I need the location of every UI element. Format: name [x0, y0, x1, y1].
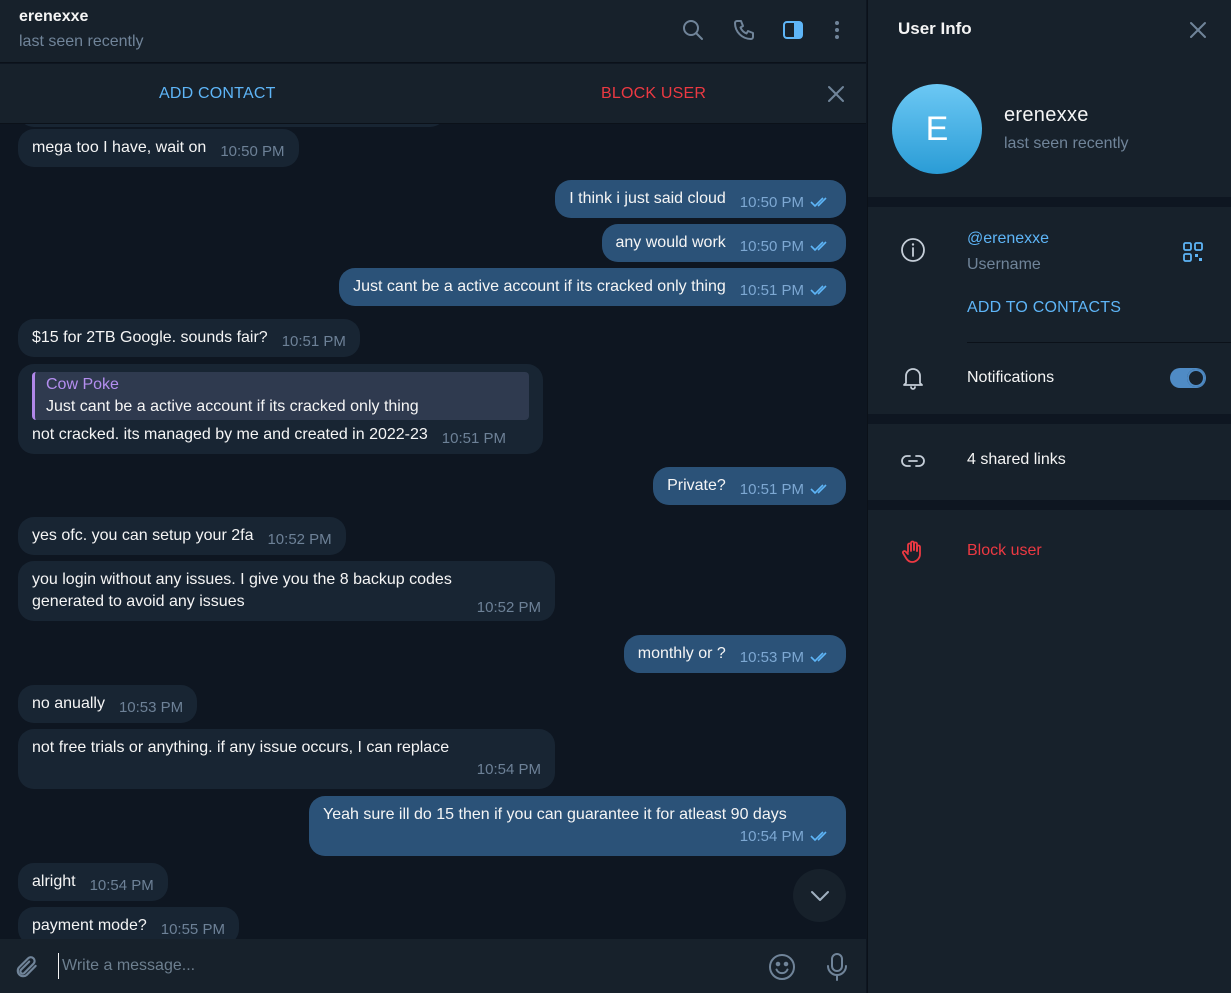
message-text: any would work — [615, 234, 726, 251]
row-divider — [967, 342, 1231, 343]
read-ticks-icon — [810, 831, 827, 842]
more-vertical-icon[interactable] — [824, 17, 850, 43]
message-text: not free trials or anything. if any issu… — [32, 739, 450, 756]
message-bubble-in[interactable]: yes ofc. you can setup your 2fa 10:52 PM — [18, 517, 346, 555]
search-icon[interactable] — [680, 17, 706, 43]
reply-quote[interactable]: Cow Poke Just cant be a active account i… — [32, 372, 529, 420]
phone-icon[interactable] — [731, 17, 757, 43]
message-bubble-in-reply[interactable]: Cow Poke Just cant be a active account i… — [18, 364, 543, 454]
close-icon[interactable] — [1186, 18, 1210, 42]
message-bubble-out[interactable]: I think i just said cloud 10:50 PM — [555, 180, 846, 218]
message-bubble-out[interactable]: Private? 10:51 PM — [653, 467, 846, 505]
message-text: not cracked. its managed by me and creat… — [32, 426, 428, 443]
notifications-label: Notifications — [967, 369, 1055, 386]
username-link[interactable]: @erenexxe — [967, 230, 1049, 248]
message-text-line: you login without any issues. I give you… — [32, 571, 452, 588]
message-time: 10:50 PM — [739, 238, 804, 255]
message-time: 10:51 PM — [739, 481, 804, 498]
section-divider — [868, 500, 1231, 510]
add-contact-button[interactable]: ADD CONTACT — [159, 85, 276, 103]
notifications-toggle[interactable] — [1170, 368, 1206, 388]
message-time: 10:50 PM — [739, 194, 804, 211]
message-time: 10:53 PM — [739, 649, 804, 666]
avatar[interactable]: E — [892, 84, 982, 174]
message-time: 10:50 PM — [220, 143, 285, 160]
message-text: mega too I have, wait on — [32, 139, 207, 156]
paperclip-icon[interactable] — [14, 954, 40, 980]
message-bubble-out[interactable]: Just cant be a active account if its cra… — [339, 268, 846, 306]
hand-stop-icon — [902, 540, 921, 563]
profile-name: erenexxe — [1004, 104, 1089, 126]
message-time: 10:51 PM — [281, 333, 346, 350]
read-ticks-icon — [810, 241, 827, 252]
message-bubble-in[interactable]: not free trials or anything. if any issu… — [18, 729, 555, 789]
read-ticks-icon — [810, 197, 827, 208]
reply-author: Cow Poke — [46, 376, 119, 393]
read-ticks-icon — [810, 484, 827, 495]
chevron-down-icon — [810, 890, 829, 901]
message-time: 10:54 PM — [739, 828, 804, 845]
emoji-icon[interactable] — [767, 952, 797, 982]
contact-action-bar: ADD CONTACT BLOCK USER — [0, 64, 866, 124]
message-text: monthly or ? — [637, 645, 726, 662]
message-text: Yeah sure ill do 15 then if you can guar… — [323, 806, 787, 823]
message-bubble-in[interactable]: you login without any issues. I give you… — [18, 561, 555, 621]
info-icon — [901, 238, 925, 262]
read-ticks-icon — [810, 652, 827, 663]
user-info-panel: User Info E erenexxe last seen recently … — [867, 0, 1231, 993]
message-bubble-in[interactable]: mega too I have, wait on 10:50 PM — [18, 129, 299, 167]
scroll-to-bottom-button[interactable] — [793, 869, 846, 922]
message-bubble-in[interactable]: $15 for 2TB Google. sounds fair? 10:51 PM — [18, 319, 360, 357]
message-time: 10:54 PM — [476, 761, 541, 778]
close-icon[interactable] — [824, 82, 848, 106]
message-text: I think i just said cloud — [569, 190, 726, 207]
section-divider — [868, 197, 1231, 207]
message-time: 10:53 PM — [118, 699, 184, 716]
block-user-item[interactable]: Block user — [967, 542, 1042, 560]
message-text: Just cant be a active account if its cra… — [353, 278, 726, 295]
message-time: 10:52 PM — [267, 531, 332, 548]
message-input[interactable] — [58, 953, 738, 979]
message-time: 10:51 PM — [441, 430, 507, 447]
message-bubble-out[interactable]: any would work 10:50 PM — [601, 224, 846, 262]
add-to-contacts-button[interactable]: ADD TO CONTACTS — [967, 299, 1121, 317]
message-list[interactable]: mega too I have, wait on 10:50 PM I think… — [0, 124, 866, 939]
message-bubble-in[interactable]: alright 10:54 PM — [18, 863, 168, 901]
username-label: Username — [967, 256, 1041, 273]
message-time: 10:52 PM — [476, 599, 541, 616]
message-time: 10:54 PM — [89, 877, 154, 894]
chat-status: last seen recently — [19, 33, 144, 50]
block-user-button[interactable]: BLOCK USER — [601, 85, 706, 103]
message-text: yes ofc. you can setup your 2fa — [32, 527, 254, 544]
section-divider — [868, 414, 1231, 424]
message-bubble-out[interactable]: Yeah sure ill do 15 then if you can guar… — [309, 796, 846, 856]
message-bubble-in[interactable]: no anually 10:53 PM — [18, 685, 198, 723]
message-text: Private? — [667, 477, 726, 494]
message-text-line: generated to avoid any issues — [32, 593, 245, 610]
bell-icon — [903, 368, 923, 390]
microphone-icon[interactable] — [825, 952, 849, 982]
chat-header: erenexxe last seen recently — [0, 0, 866, 63]
profile-status: last seen recently — [1004, 135, 1129, 152]
message-text: alright — [32, 873, 76, 890]
message-text: $15 for 2TB Google. sounds fair? — [32, 329, 268, 346]
chat-title[interactable]: erenexxe — [19, 8, 88, 26]
message-bubble-out[interactable]: monthly or ? 10:53 PM — [623, 635, 846, 673]
chat-pane: erenexxe last seen recently ADD CONTACT … — [0, 0, 866, 993]
shared-links-item[interactable]: 4 shared links — [967, 451, 1066, 469]
reply-text: Just cant be a active account if its cra… — [46, 398, 419, 415]
read-ticks-icon — [810, 285, 827, 296]
sidebar-toggle-icon[interactable] — [780, 17, 806, 43]
message-text: no anually — [32, 695, 105, 712]
avatar-letter: E — [925, 109, 949, 148]
message-time: 10:51 PM — [739, 282, 804, 299]
message-text: payment mode? — [32, 917, 147, 934]
qr-code-icon[interactable] — [1182, 241, 1204, 263]
message-bubble-partial — [18, 124, 446, 127]
message-composer — [0, 939, 866, 993]
link-icon — [901, 455, 925, 467]
panel-title: User Info — [898, 19, 972, 38]
message-time: 10:55 PM — [160, 921, 225, 938]
message-bubble-in[interactable]: payment mode? 10:55 PM — [18, 907, 239, 939]
